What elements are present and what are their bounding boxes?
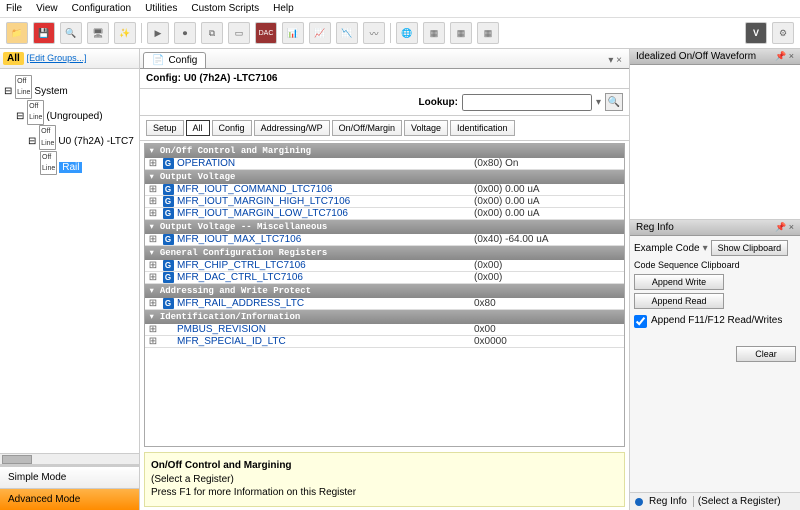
all-button[interactable]: All: [3, 52, 24, 65]
waveform-panel-header[interactable]: Idealized On/Off Waveform📌 ×: [630, 49, 800, 65]
register-group-header[interactable]: ▾ Identification/Information: [145, 310, 624, 324]
separator: [141, 23, 142, 43]
register-row[interactable]: ⊞MFR_SPECIAL_ID_LTC0x0000: [145, 336, 624, 348]
tab-voltage[interactable]: Voltage: [404, 120, 448, 136]
menu-help[interactable]: Help: [273, 3, 294, 14]
wave4-icon[interactable]: 〰: [363, 22, 385, 44]
tab-addressing[interactable]: Addressing/WP: [254, 120, 330, 136]
lookup-search-icon[interactable]: 🔍: [605, 93, 623, 111]
example-code-label: Example Code: [634, 243, 700, 254]
globe-icon[interactable]: 🌐: [396, 22, 418, 44]
waveform-canvas: [630, 65, 800, 220]
tree-device[interactable]: U0 (7h2A) -LTC7: [58, 137, 133, 148]
rect-icon[interactable]: ▭: [228, 22, 250, 44]
tab-identification[interactable]: Identification: [450, 120, 515, 136]
left-panel: All [Edit Groups...] ⊟ OffLineSystem ⊟ O…: [0, 49, 140, 510]
grid1-icon[interactable]: ▦: [423, 22, 445, 44]
search-icon[interactable]: 🔍: [60, 22, 82, 44]
clone-icon[interactable]: ⧉: [201, 22, 223, 44]
register-row[interactable]: ⊞GMFR_IOUT_MAX_LTC7106(0x40) -64.00 uA: [145, 234, 624, 246]
config-tab[interactable]: 📄 Config: [143, 52, 206, 68]
status-bar: Reg Info (Select a Register): [630, 492, 800, 510]
register-row[interactable]: ⊞GMFR_RAIL_ADDRESS_LTC0x80: [145, 298, 624, 310]
chevron-down-icon[interactable]: ▾: [596, 97, 601, 108]
append-f11-checkbox[interactable]: [634, 315, 647, 328]
register-group-header[interactable]: ▾ On/Off Control and Margining: [145, 144, 624, 158]
register-group-header[interactable]: ▾ Output Voltage -- Miscellaneous: [145, 220, 624, 234]
register-row[interactable]: ⊞GMFR_CHIP_CTRL_LTC7106(0x00): [145, 260, 624, 272]
register-group-header[interactable]: ▾ General Configuration Registers: [145, 246, 624, 260]
code-sequence-label: Code Sequence Clipboard: [634, 260, 796, 270]
register-row[interactable]: ⊞GMFR_IOUT_MARGIN_HIGH_LTC7106(0x00) 0.0…: [145, 196, 624, 208]
dac-icon[interactable]: DAC: [255, 22, 277, 44]
wave3-icon[interactable]: 📉: [336, 22, 358, 44]
lookup-label: Lookup:: [419, 97, 458, 108]
grid3-icon[interactable]: ▦: [477, 22, 499, 44]
monitor-icon[interactable]: 🖥: [87, 22, 109, 44]
hint-panel: On/Off Control and Margining (Select a R…: [144, 452, 625, 507]
reginfo-panel-header[interactable]: Reg Info📌 ×: [630, 220, 800, 236]
simple-mode-button[interactable]: Simple Mode: [0, 466, 139, 488]
register-row[interactable]: ⊞GMFR_DAC_CTRL_LTC7106(0x00): [145, 272, 624, 284]
edit-groups-link[interactable]: [Edit Groups...]: [27, 53, 87, 63]
wizard-icon[interactable]: ✨: [114, 22, 136, 44]
register-row[interactable]: ⊞GMFR_IOUT_COMMAND_LTC7106(0x00) 0.00 uA: [145, 184, 624, 196]
append-write-button[interactable]: Append Write: [634, 274, 724, 290]
record-icon[interactable]: ⏺: [174, 22, 196, 44]
register-grid[interactable]: ▾ On/Off Control and Margining⊞GOPERATIO…: [144, 143, 625, 447]
register-row[interactable]: ⊞GOPERATION(0x80) On: [145, 158, 624, 170]
config-title: Config: U0 (7h2A) -LTC7106: [140, 69, 629, 89]
register-row[interactable]: ⊞PMBUS_REVISION0x00: [145, 324, 624, 336]
tree-ungrouped[interactable]: (Ungrouped): [46, 111, 102, 122]
tree-system[interactable]: System: [34, 86, 67, 97]
tree-rail-selected[interactable]: Rail: [59, 162, 82, 173]
wave2-icon[interactable]: 📈: [309, 22, 331, 44]
register-group-header[interactable]: ▾ Output Voltage: [145, 170, 624, 184]
append-f11-label: Append F11/F12 Read/Writes: [651, 315, 782, 326]
menu-file[interactable]: File: [6, 3, 22, 14]
chevron-down-icon[interactable]: ▾: [703, 243, 708, 254]
menu-utilities[interactable]: Utilities: [145, 3, 177, 14]
pin-icon[interactable]: ▾ ×: [604, 55, 626, 66]
category-tabs: Setup All Config Addressing/WP On/Off/Ma…: [140, 116, 629, 141]
clear-button[interactable]: Clear: [736, 346, 796, 362]
menu-custom-scripts[interactable]: Custom Scripts: [191, 3, 259, 14]
right-panel: Idealized On/Off Waveform📌 × Reg Info📌 ×…: [630, 49, 800, 510]
folder-icon[interactable]: 📁: [6, 22, 28, 44]
play-icon[interactable]: ▶: [147, 22, 169, 44]
device-tree[interactable]: ⊟ OffLineSystem ⊟ OffLine(Ungrouped) ⊟ O…: [0, 69, 139, 453]
wave1-icon[interactable]: 📊: [282, 22, 304, 44]
append-read-button[interactable]: Append Read: [634, 293, 724, 309]
menu-configuration[interactable]: Configuration: [72, 3, 131, 14]
center-panel: 📄 Config ▾ × Config: U0 (7h2A) -LTC7106 …: [140, 49, 630, 510]
menu-view[interactable]: View: [36, 3, 58, 14]
register-row[interactable]: ⊞GMFR_IOUT_MARGIN_LOW_LTC7106(0x00) 0.00…: [145, 208, 624, 220]
register-group-header[interactable]: ▾ Addressing and Write Protect: [145, 284, 624, 298]
tab-all[interactable]: All: [186, 120, 210, 136]
menu-bar: File View Configuration Utilities Custom…: [0, 0, 800, 18]
status-dot-icon: [635, 498, 643, 506]
show-clipboard-button[interactable]: Show Clipboard: [711, 240, 789, 256]
lookup-input[interactable]: [462, 94, 592, 111]
horizontal-scrollbar[interactable]: [0, 453, 139, 465]
separator: [390, 23, 391, 43]
advanced-mode-button[interactable]: Advanced Mode: [0, 488, 139, 510]
save-icon[interactable]: 💾: [33, 22, 55, 44]
grid2-icon[interactable]: ▦: [450, 22, 472, 44]
group-icon[interactable]: ⚙: [772, 22, 794, 44]
toolbar: 📁 💾 🔍 🖥 ✨ ▶ ⏺ ⧉ ▭ DAC 📊 📈 📉 〰 🌐 ▦ ▦ ▦ V …: [0, 18, 800, 49]
tab-onoff[interactable]: On/Off/Margin: [332, 120, 402, 136]
v-icon[interactable]: V: [745, 22, 767, 44]
tab-setup[interactable]: Setup: [146, 120, 184, 136]
tab-config[interactable]: Config: [212, 120, 252, 136]
